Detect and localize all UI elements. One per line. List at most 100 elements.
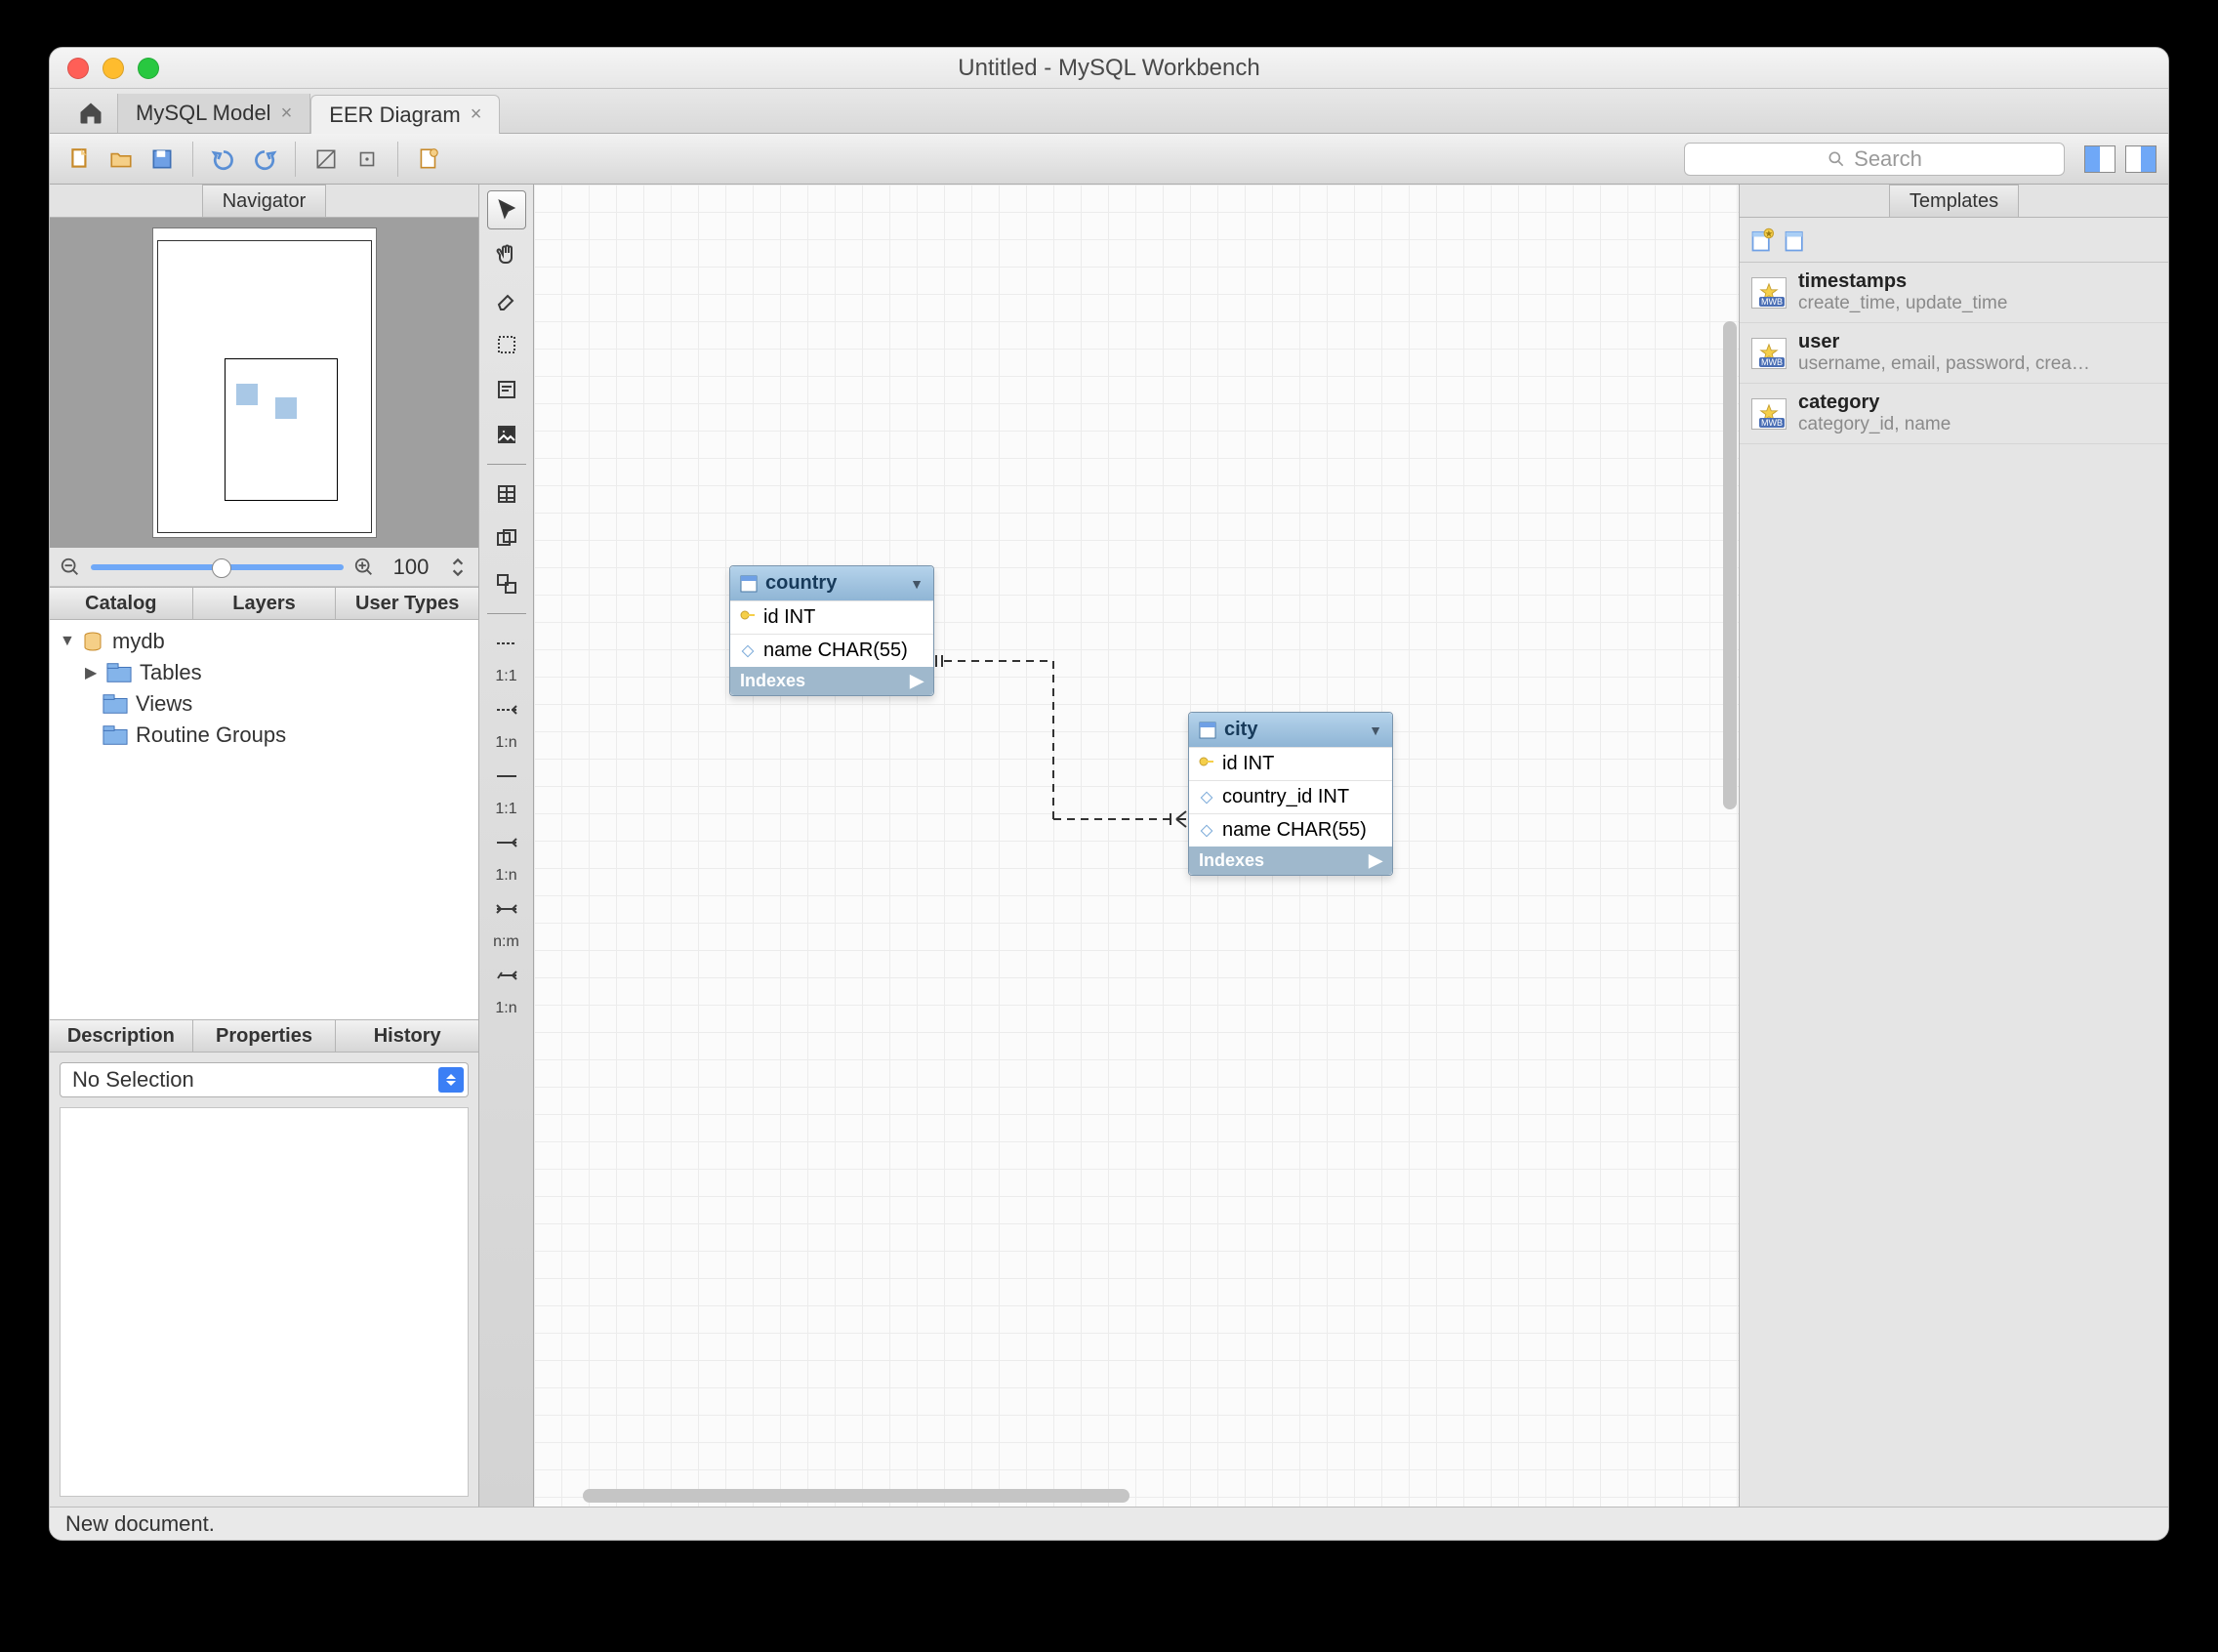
template-item-timestamps[interactable]: MWB timestamps create_time, update_time <box>1740 263 2168 323</box>
horizontal-scrollbar[interactable] <box>583 1489 1130 1503</box>
left-panel-toggle[interactable] <box>2084 145 2115 173</box>
indexes-label: Indexes <box>740 671 805 691</box>
tree-item-tables[interactable]: ▶ Tables <box>50 657 478 688</box>
tool-label: n:m <box>487 934 526 950</box>
zoom-stepper-icon[interactable] <box>447 557 469 578</box>
layers-tab[interactable]: Layers <box>193 588 337 619</box>
expand-icon[interactable]: ▶ <box>910 671 924 691</box>
template-sub: create_time, update_time <box>1798 293 2007 314</box>
table-tool[interactable] <box>487 475 526 514</box>
window-title: Untitled - MySQL Workbench <box>50 55 2168 82</box>
selection-dropdown[interactable]: No Selection <box>60 1062 469 1097</box>
tree-item-routines[interactable]: Routine Groups <box>50 720 478 751</box>
expand-icon[interactable]: ▶ <box>1369 850 1382 871</box>
tab-mysql-model[interactable]: MySQL Model × <box>118 94 310 133</box>
align-toggle-button[interactable] <box>349 141 386 178</box>
tab-label: MySQL Model <box>136 101 271 126</box>
document-tabbar: MySQL Model × EER Diagram × <box>50 89 2168 134</box>
search-icon <box>1827 149 1846 169</box>
template-list-icon[interactable] <box>1783 227 1810 254</box>
tree-db-node[interactable]: ▼ mydb <box>50 626 478 657</box>
template-name: category <box>1798 392 1951 414</box>
table-city[interactable]: city ▼ id INT country_id INT name CHAR(5… <box>1188 712 1393 876</box>
main-content: Navigator 100 Cata <box>50 185 2168 1507</box>
table-title: country <box>765 572 837 595</box>
tree-label: Routine Groups <box>136 723 286 748</box>
expand-icon[interactable]: ▶ <box>85 663 99 682</box>
rel-existing-tool[interactable] <box>487 956 526 995</box>
tree-item-views[interactable]: Views <box>50 688 478 720</box>
tool-label: 1:n <box>487 868 526 884</box>
image-tool[interactable] <box>487 415 526 454</box>
undo-button[interactable] <box>205 141 242 178</box>
left-sidebar: Navigator 100 Cata <box>50 185 479 1507</box>
zoom-out-icon[interactable] <box>60 557 81 578</box>
catalog-tab[interactable]: Catalog <box>50 588 193 619</box>
catalog-tree: ▼ mydb ▶ Tables Views Routine Groups <box>50 620 478 1019</box>
new-file-button[interactable] <box>62 141 99 178</box>
column-label: id INT <box>1222 753 1274 775</box>
view-tool[interactable] <box>487 519 526 558</box>
save-file-button[interactable] <box>144 141 181 178</box>
description-tab[interactable]: Description <box>50 1020 193 1052</box>
rel-nm-tool[interactable] <box>487 889 526 929</box>
properties-tab[interactable]: Properties <box>193 1020 337 1052</box>
titlebar: Untitled - MySQL Workbench <box>50 48 2168 89</box>
navigator-tab[interactable]: Navigator <box>202 185 327 217</box>
search-input[interactable]: Search <box>1684 143 2065 176</box>
diamond-icon <box>1199 790 1214 805</box>
status-text: New document. <box>65 1511 215 1537</box>
zoom-in-icon[interactable] <box>353 557 375 578</box>
new-template-icon[interactable]: ★ <box>1749 227 1777 254</box>
close-icon[interactable]: × <box>471 103 482 126</box>
pointer-tool[interactable] <box>487 190 526 229</box>
routines-folder-icon <box>103 724 128 746</box>
rel-nonident-1n-tool[interactable] <box>487 690 526 729</box>
minimap-shape <box>275 397 297 419</box>
column-label: id INT <box>763 606 815 629</box>
table-icon <box>1199 722 1216 739</box>
rel-nonident-11-tool[interactable] <box>487 624 526 663</box>
navigator-minimap[interactable] <box>157 240 372 533</box>
tool-label: 1:1 <box>487 802 526 817</box>
minimap-viewport[interactable] <box>225 358 338 501</box>
template-sub: category_id, name <box>1798 414 1951 435</box>
hand-tool[interactable] <box>487 235 526 274</box>
right-panel-toggle[interactable] <box>2125 145 2156 173</box>
vertical-scrollbar[interactable] <box>1723 321 1737 809</box>
redo-button[interactable] <box>246 141 283 178</box>
history-tab[interactable]: History <box>336 1020 478 1052</box>
expand-icon[interactable]: ▼ <box>60 633 73 650</box>
table-title: city <box>1224 719 1257 741</box>
collapse-icon[interactable]: ▼ <box>1369 723 1382 738</box>
open-file-button[interactable] <box>103 141 140 178</box>
close-icon[interactable]: × <box>281 103 293 125</box>
eraser-tool[interactable] <box>487 280 526 319</box>
zoom-slider[interactable] <box>91 564 344 570</box>
diagram-canvas[interactable]: country ▼ id INT name CHAR(55) Indexes ▶ <box>534 185 1739 1507</box>
new-document-button[interactable] <box>410 141 447 178</box>
description-body <box>60 1107 469 1497</box>
home-tab[interactable] <box>63 94 118 133</box>
rel-ident-1n-tool[interactable] <box>487 823 526 862</box>
layer-tool[interactable] <box>487 325 526 364</box>
templates-toolbar: ★ <box>1740 218 2168 263</box>
grid-toggle-button[interactable] <box>308 141 345 178</box>
table-country[interactable]: country ▼ id INT name CHAR(55) Indexes ▶ <box>729 565 934 696</box>
tab-eer-diagram[interactable]: EER Diagram × <box>310 95 500 134</box>
routine-group-tool[interactable] <box>487 564 526 603</box>
template-item-user[interactable]: MWB user username, email, password, crea… <box>1740 323 2168 384</box>
template-item-category[interactable]: MWB category category_id, name <box>1740 384 2168 444</box>
canvas-grid <box>534 185 1739 1507</box>
note-tool[interactable] <box>487 370 526 409</box>
rel-ident-11-tool[interactable] <box>487 757 526 796</box>
database-icon <box>81 630 104 653</box>
diamond-icon <box>740 643 756 659</box>
key-icon <box>740 610 756 626</box>
main-toolbar: Search <box>50 134 2168 185</box>
zoom-controls: 100 <box>50 548 478 587</box>
zoom-value: 100 <box>385 555 437 580</box>
usertypes-tab[interactable]: User Types <box>336 588 478 619</box>
collapse-icon[interactable]: ▼ <box>910 576 924 592</box>
templates-tab[interactable]: Templates <box>1889 185 2019 217</box>
